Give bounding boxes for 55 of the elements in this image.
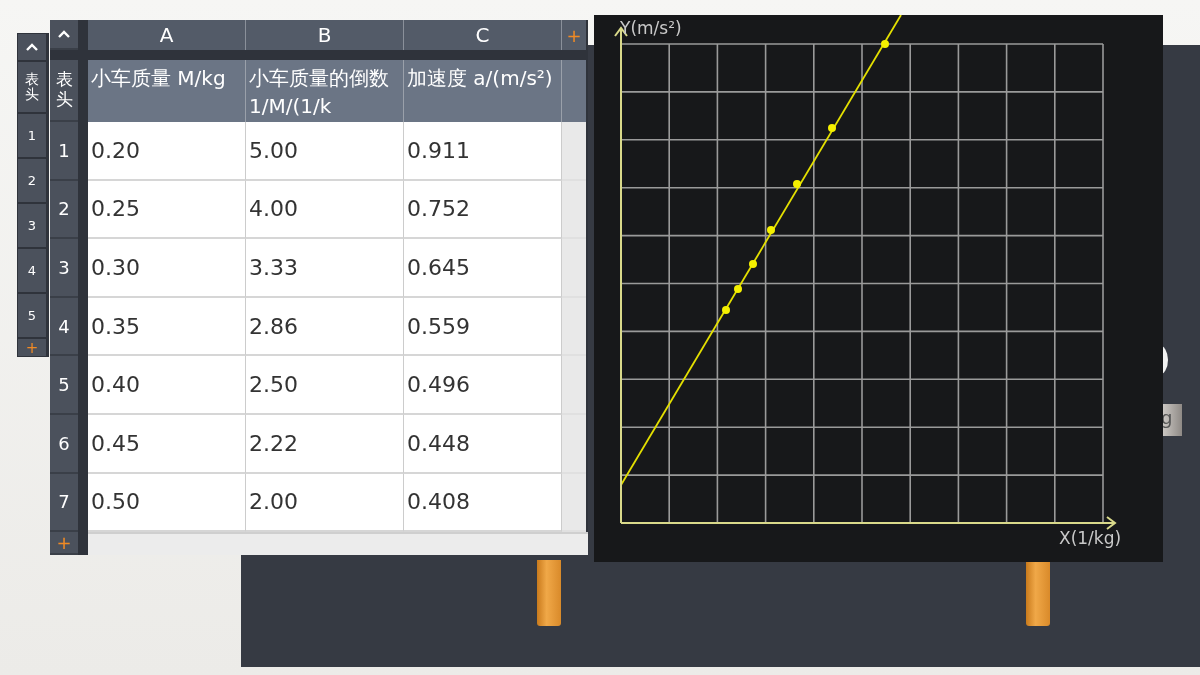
row-number[interactable]: 5 (18, 294, 46, 337)
table-cell: 0.40 (88, 356, 246, 415)
table-cell: 0.496 (404, 356, 562, 415)
table-cell: 0.911 (404, 122, 562, 181)
table-cell: 0.35 (88, 297, 246, 357)
row-header: 表头 (55, 70, 73, 110)
table-cell: 0.50 (88, 473, 246, 533)
column-header: 小车质量的倒数 1/M/(1/k (246, 60, 404, 122)
table-cell: 0.45 (88, 414, 246, 474)
table-cell: 2.50 (246, 356, 404, 415)
horizontal-scrollbar[interactable] (88, 532, 588, 556)
column-letter[interactable]: A (88, 20, 246, 50)
table-cell: 2.22 (246, 414, 404, 474)
row-header: 表头 (18, 62, 46, 112)
data-point (828, 124, 836, 132)
data-point (749, 260, 757, 268)
table-cell: 2.86 (246, 297, 404, 357)
row-number[interactable]: 2 (50, 180, 78, 240)
table-cell: 0.25 (88, 180, 246, 240)
data-point (767, 226, 775, 234)
table-cell: 2.00 (246, 473, 404, 533)
row-number[interactable]: 5 (50, 356, 78, 415)
table-cell: 0.20 (88, 122, 246, 181)
row-number[interactable]: 3 (50, 239, 78, 298)
row-number[interactable]: 6 (50, 414, 78, 474)
data-point (793, 180, 801, 188)
table-cell: 0.752 (404, 180, 562, 240)
column-header: 加速度 a/(m/s²) (404, 60, 562, 122)
collapse-icon[interactable] (25, 42, 39, 52)
row-number[interactable]: 4 (18, 249, 46, 292)
row-number[interactable]: 7 (50, 473, 78, 533)
axis-label: Y(m/s²) (620, 18, 682, 38)
row-number[interactable]: 1 (18, 114, 46, 157)
table-cell: 0.645 (404, 239, 562, 298)
axis-label: X(1/kg) (1059, 528, 1122, 548)
collapse-icon[interactable] (57, 29, 71, 39)
row-number[interactable]: 2 (18, 159, 46, 202)
table-cell: 3.33 (246, 239, 404, 298)
table-cell: 0.408 (404, 473, 562, 533)
row-number[interactable]: 4 (50, 297, 78, 357)
column-letter[interactable]: C (404, 20, 562, 50)
table-cell: 0.30 (88, 239, 246, 298)
table-cell: 5.00 (246, 122, 404, 181)
column-letter[interactable]: B (246, 20, 404, 50)
table-cell: 4.00 (246, 180, 404, 240)
table-cell: 0.448 (404, 414, 562, 474)
row-number[interactable]: 1 (50, 122, 78, 181)
data-point (881, 40, 889, 48)
data-point (722, 306, 730, 314)
wooden-post (537, 560, 561, 626)
data-point (734, 285, 742, 293)
table-cell: 0.559 (404, 297, 562, 357)
wooden-post (1026, 560, 1050, 626)
column-header: 小车质量 M/kg (88, 60, 246, 122)
row-number[interactable]: 3 (18, 204, 46, 247)
